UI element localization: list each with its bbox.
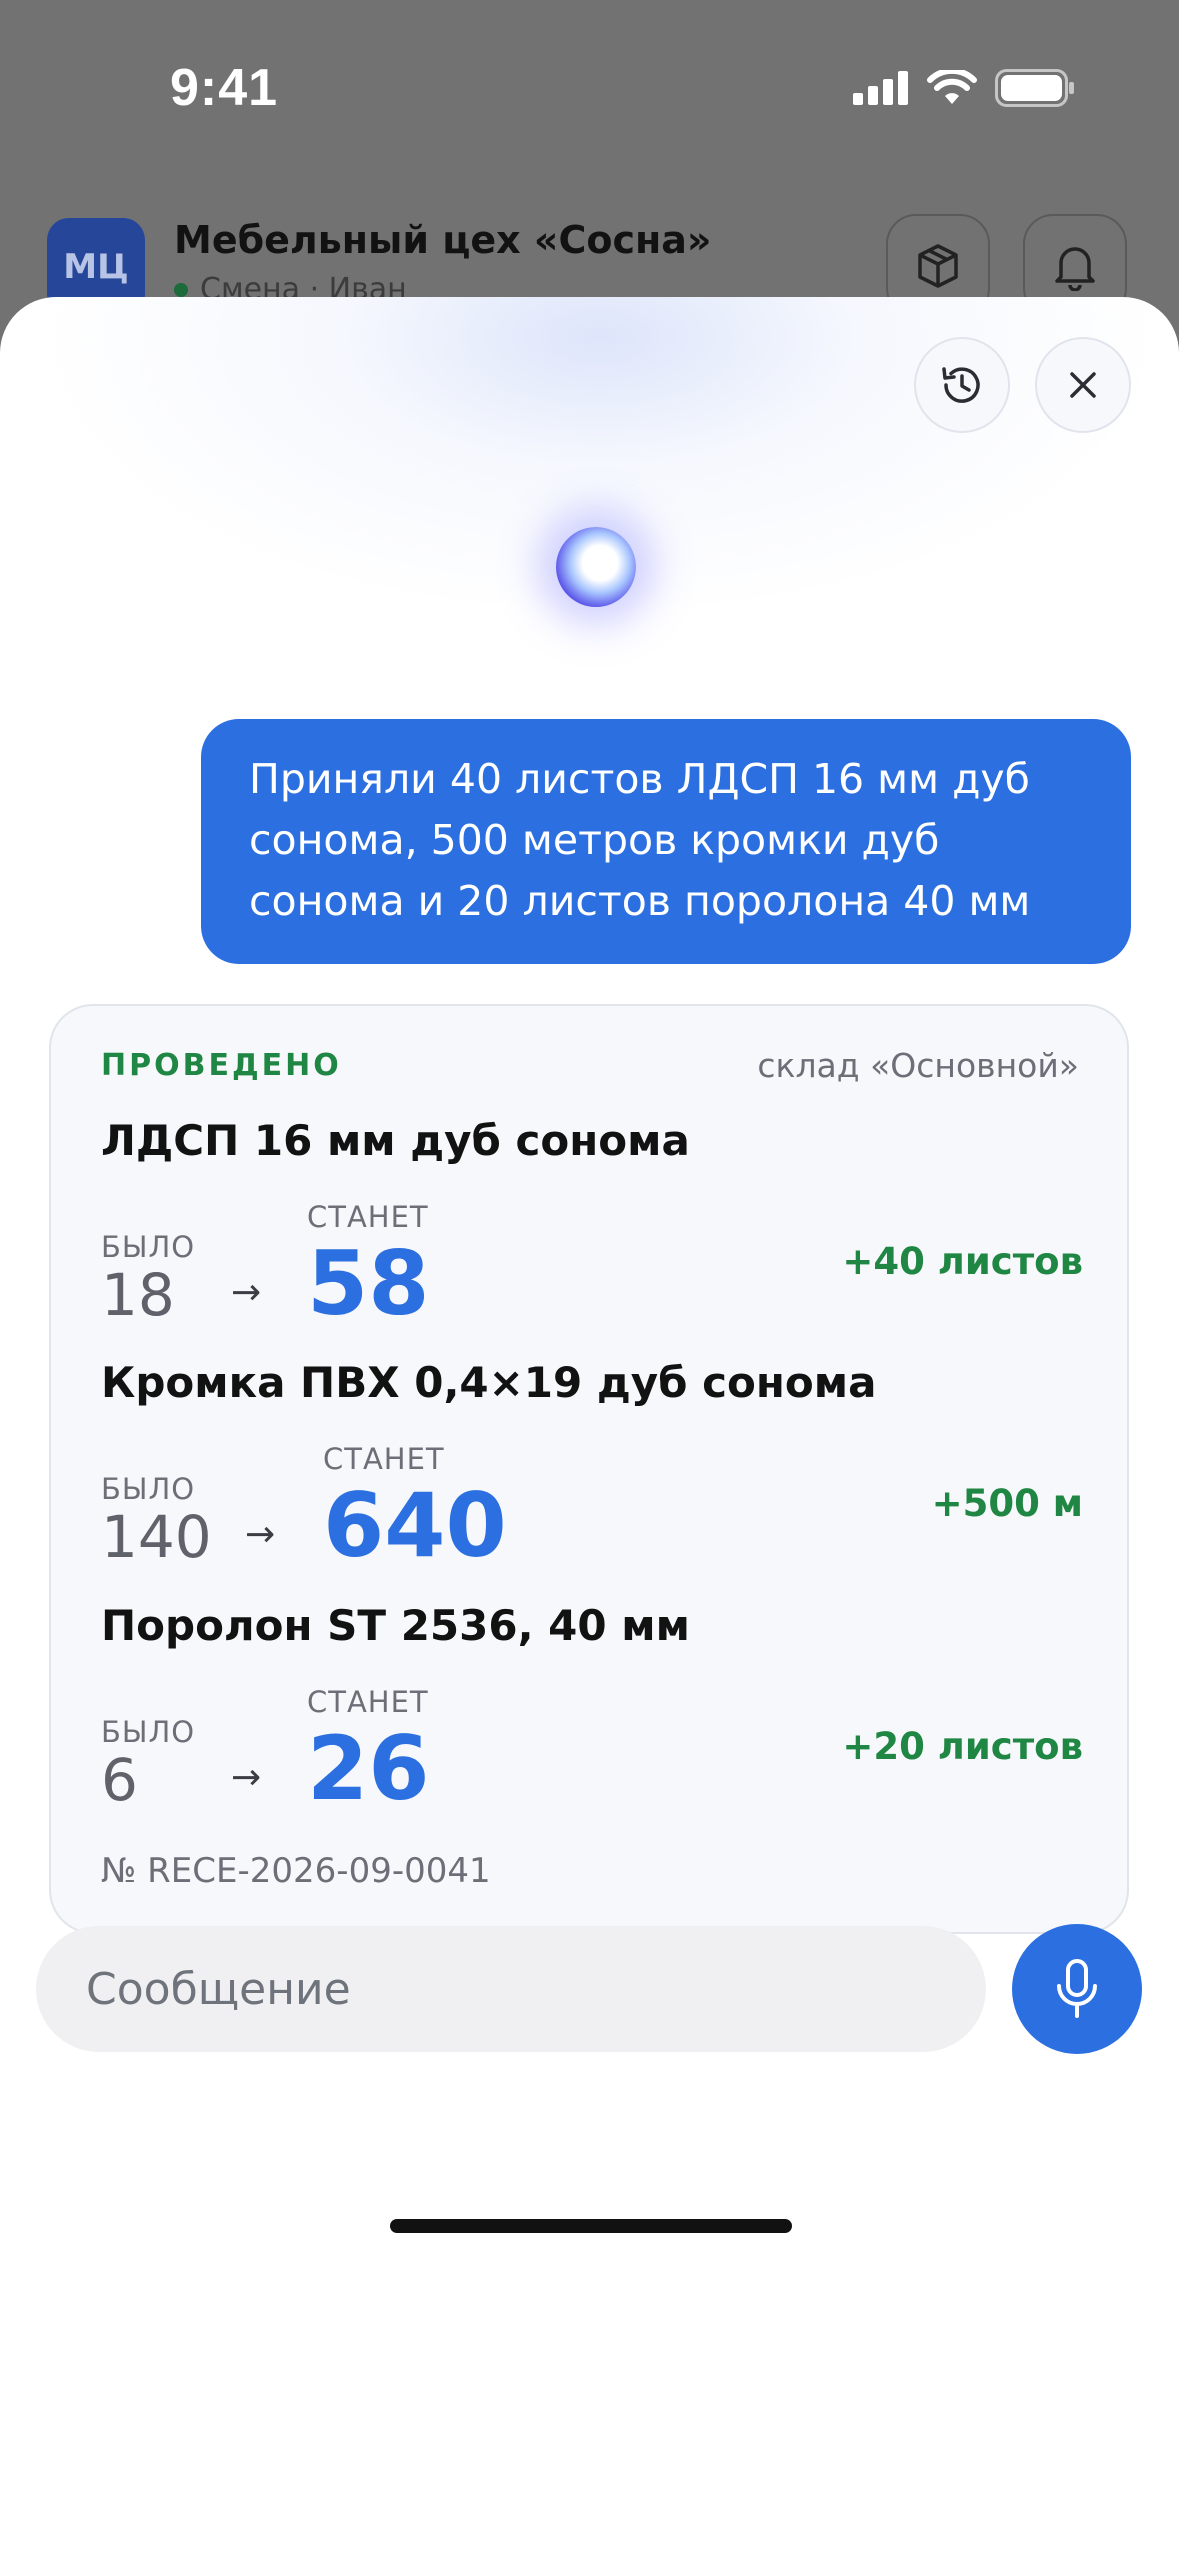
- receipt-status: ПРОВЕДЕНО: [101, 1048, 342, 1083]
- close-button[interactable]: [1035, 337, 1131, 433]
- battery-icon: [995, 69, 1074, 107]
- receipt-card: ПРОВЕДЕНО склад «Основной» ЛДСП 16 мм ду…: [49, 1004, 1129, 1934]
- history-icon: [942, 367, 980, 403]
- will-label: СТАНЕТ: [307, 1685, 429, 1719]
- message-composer[interactable]: [36, 1926, 986, 2052]
- assistant-sheet: Приняли 40 листов ЛДСП 16 мм дуб сонома,…: [0, 297, 1179, 2556]
- document-number: № RECE-2026-09-0041: [101, 1851, 491, 1891]
- will-value: 58: [307, 1232, 430, 1335]
- delta-value: +20 листов: [842, 1725, 1083, 1768]
- home-indicator: [390, 2219, 792, 2233]
- was-label: БЫЛО: [101, 1230, 196, 1264]
- arrow-icon: →: [231, 1757, 262, 1798]
- user-message-bubble: Приняли 40 листов ЛДСП 16 мм дуб сонома,…: [201, 719, 1131, 964]
- box-icon: [918, 244, 958, 288]
- receipt-item: Поролон ST 2536, 40 мм БЫЛО 6 → СТАНЕТ 2…: [101, 1601, 1083, 1841]
- microphone-button[interactable]: [1012, 1924, 1142, 2054]
- delta-value: +500 м: [931, 1482, 1083, 1525]
- item-name: Кромка ПВХ 0,4×19 дуб сонома: [101, 1358, 877, 1407]
- was-label: БЫЛО: [101, 1472, 196, 1506]
- was-value: 140: [101, 1503, 212, 1571]
- arrow-icon: →: [245, 1514, 276, 1555]
- shift-status-dot: [174, 282, 188, 297]
- microphone-icon: [1057, 1959, 1097, 2018]
- wifi-icon: [927, 70, 977, 104]
- item-name: ЛДСП 16 мм дуб сонома: [101, 1116, 690, 1165]
- receipt-item: Кромка ПВХ 0,4×19 дуб сонома БЫЛО 140 → …: [101, 1358, 1083, 1598]
- delta-value: +40 листов: [842, 1240, 1083, 1283]
- bell-icon: [1055, 247, 1095, 291]
- will-label: СТАНЕТ: [307, 1200, 429, 1234]
- assistant-orb: [556, 527, 636, 607]
- receipt-item: ЛДСП 16 мм дуб сонома БЫЛО 18 → СТАНЕТ 5…: [101, 1116, 1083, 1356]
- was-value: 6: [101, 1746, 138, 1814]
- will-value: 640: [323, 1474, 507, 1577]
- receipt-warehouse: склад «Основной»: [757, 1046, 1079, 1085]
- status-icons: [853, 66, 1075, 110]
- message-input[interactable]: [84, 1962, 948, 2016]
- will-label: СТАНЕТ: [323, 1442, 445, 1476]
- status-time: 9:41: [170, 59, 279, 117]
- history-button[interactable]: [914, 337, 1010, 433]
- was-value: 18: [101, 1261, 175, 1329]
- close-icon: [1070, 372, 1096, 398]
- status-bar: 9:41: [0, 0, 1179, 180]
- was-label: БЫЛО: [101, 1715, 196, 1749]
- cellular-signal-icon: [853, 71, 908, 105]
- company-name: Мебельный цех «Сосна»: [174, 218, 712, 262]
- will-value: 26: [307, 1717, 430, 1820]
- arrow-icon: →: [231, 1272, 262, 1313]
- item-name: Поролон ST 2536, 40 мм: [101, 1601, 690, 1650]
